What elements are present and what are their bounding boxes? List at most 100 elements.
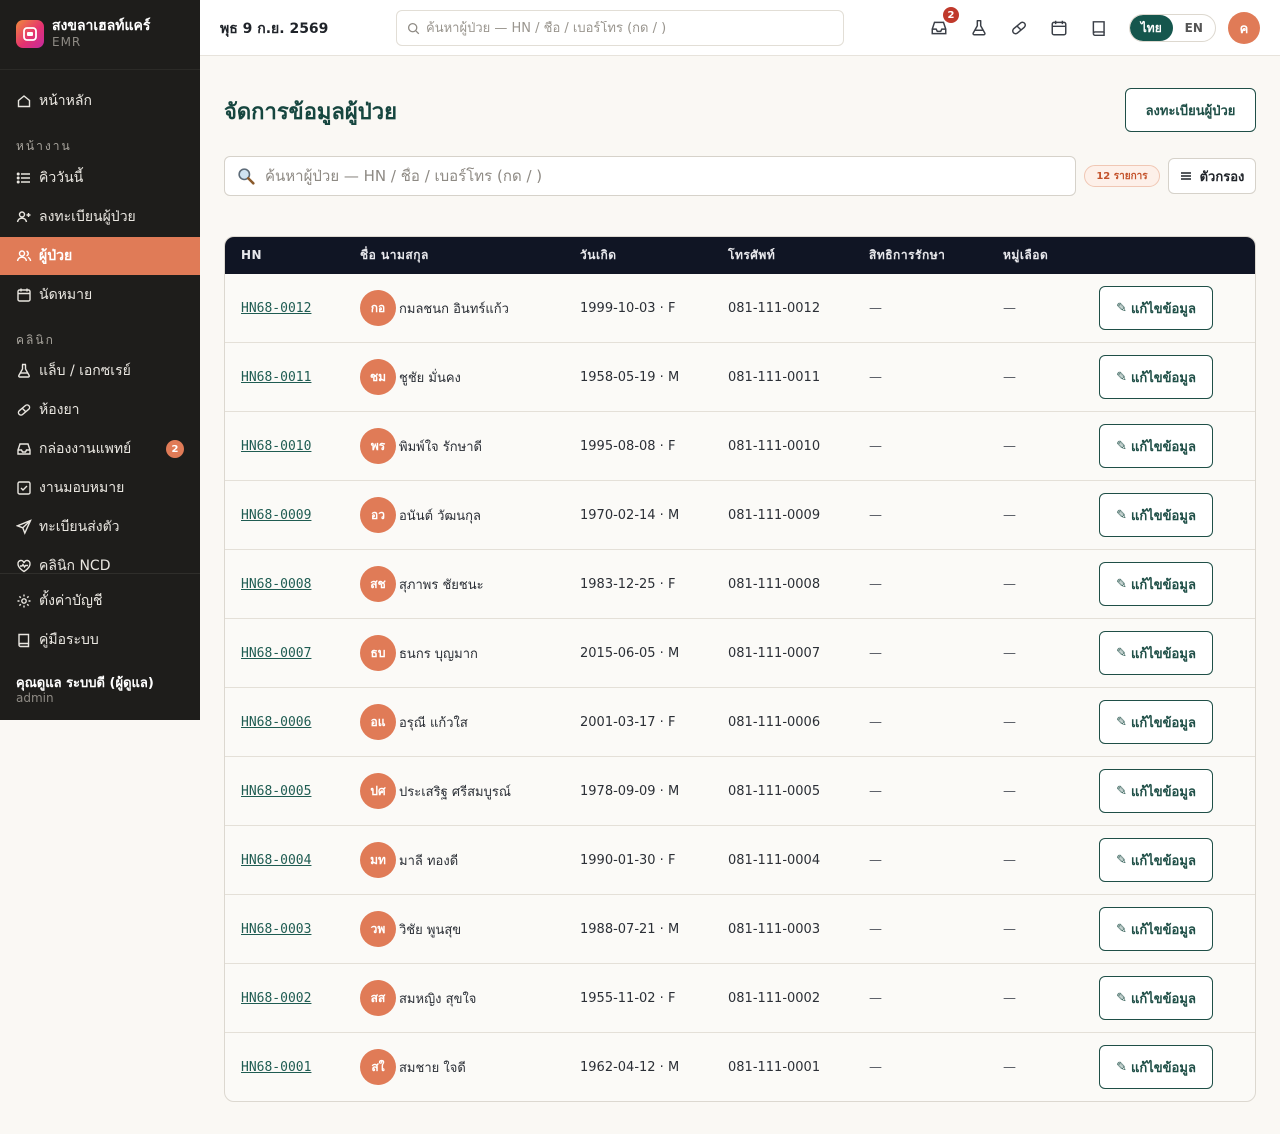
edit-patient-button[interactable]: ✎ แก้ไขข้อมูล — [1099, 700, 1213, 744]
sidebar-item-settings[interactable]: ตั้งค่าบัญชี — [0, 582, 200, 620]
sidebar-item-label: ตั้งค่าบัญชี — [39, 593, 103, 609]
sidebar-item-register[interactable]: ลงทะเบียนผู้ป่วย — [0, 198, 200, 236]
book-icon[interactable] — [1087, 16, 1111, 40]
patient-search[interactable] — [224, 156, 1076, 196]
patient-dob: 1978-09-09 · M — [580, 783, 680, 799]
edit-label: แก้ไขข้อมูล — [1131, 439, 1196, 455]
patient-hn-link[interactable]: HN68-0004 — [241, 853, 311, 868]
patient-phone: 081-111-0010 — [728, 438, 821, 454]
sidebar-item-label: หน้าหลัก — [39, 93, 92, 109]
sidebar-item-queue[interactable]: คิววันนี้ — [0, 159, 200, 197]
patient-avatar: กอ — [360, 290, 396, 326]
table-row: HN68-0010 พร พิมพ์ใจ รักษาดี 1995-08-08 · F… — [225, 412, 1255, 481]
search-icon — [237, 167, 255, 185]
sidebar-item-manual[interactable]: คู่มือระบบ — [0, 621, 200, 659]
edit-label: แก้ไขข้อมูล — [1131, 577, 1196, 593]
edit-patient-button[interactable]: ✎ แก้ไขข้อมูล — [1099, 286, 1213, 330]
patient-hn-link[interactable]: HN68-0010 — [241, 439, 311, 454]
edit-patient-button[interactable]: ✎ แก้ไขข้อมูล — [1099, 907, 1213, 951]
column-header-blood-type[interactable]: หมู่เลือด — [1003, 237, 1048, 274]
table-row: HN68-0008 สช สุภาพร ชัยชนะ 1983-12-25 · F 08… — [225, 550, 1255, 619]
patient-coverage: — — [869, 438, 882, 454]
patient-search-input[interactable] — [265, 167, 1045, 185]
send-icon — [16, 519, 32, 535]
patient-hn-link[interactable]: HN68-0002 — [241, 991, 311, 1006]
edit-patient-button[interactable]: ✎ แก้ไขข้อมูล — [1099, 976, 1213, 1020]
patient-hn-link[interactable]: HN68-0008 — [241, 577, 311, 592]
patient-phone: 081-111-0008 — [728, 576, 821, 592]
edit-patient-button[interactable]: ✎ แก้ไขข้อมูล — [1099, 424, 1213, 468]
sidebar-item-label: นัดหมาย — [39, 287, 93, 303]
patient-dob: 1955-11-02 · F — [580, 990, 676, 1006]
pencil-icon: ✎ — [1116, 783, 1127, 799]
sidebar-item-pharmacy[interactable]: ห้องยา — [0, 391, 200, 429]
patient-blood-type: — — [1003, 990, 1016, 1006]
edit-patient-button[interactable]: ✎ แก้ไขข้อมูล — [1099, 769, 1213, 813]
book-icon — [16, 632, 32, 648]
column-header-name[interactable]: ชื่อ นามสกุล — [360, 237, 429, 274]
lang-th-button[interactable]: ไทย — [1130, 15, 1173, 41]
patient-name: ธนกร บุญมาก — [399, 646, 478, 662]
patient-hn-link[interactable]: HN68-0006 — [241, 715, 311, 730]
table-row: HN68-0011 ชม ชูชัย มั่นคง 1958-05-19 · M 081… — [225, 343, 1255, 412]
sidebar-item-patients[interactable]: ผู้ป่วย — [0, 237, 200, 275]
patient-hn-link[interactable]: HN68-0012 — [241, 301, 311, 316]
brand[interactable]: สงขลาเฮลท์แคร์ EMR — [16, 18, 150, 50]
heart-icon — [16, 558, 32, 574]
patient-coverage: — — [869, 300, 882, 316]
column-header-hn[interactable]: HN — [241, 237, 262, 274]
column-header-coverage[interactable]: สิทธิการรักษา — [869, 237, 945, 274]
sidebar-item-referrals[interactable]: ทะเบียนส่งตัว — [0, 508, 200, 546]
register-patient-button[interactable]: ลงทะเบียนผู้ป่วย — [1125, 88, 1256, 132]
edit-patient-button[interactable]: ✎ แก้ไขข้อมูล — [1099, 355, 1213, 399]
patient-coverage: — — [869, 369, 882, 385]
patient-avatar: มท — [360, 842, 396, 878]
patient-hn-link[interactable]: HN68-0003 — [241, 922, 311, 937]
pill-icon[interactable] — [1007, 16, 1031, 40]
flask-icon[interactable] — [967, 16, 991, 40]
patient-hn-link[interactable]: HN68-0001 — [241, 1060, 311, 1075]
sidebar-item-home[interactable]: หน้าหลัก — [0, 82, 200, 120]
pencil-icon: ✎ — [1116, 438, 1127, 454]
patient-hn-link[interactable]: HN68-0007 — [241, 646, 311, 661]
patient-hn-link[interactable]: HN68-0005 — [241, 784, 311, 799]
patient-name: พิมพ์ใจ รักษาดี — [399, 439, 482, 455]
patient-hn-link[interactable]: HN68-0011 — [241, 370, 311, 385]
filter-button[interactable]: ตัวกรอง — [1168, 158, 1256, 194]
pill-icon — [16, 402, 32, 418]
sidebar-item-tasks[interactable]: งานมอบหมาย — [0, 469, 200, 507]
table-row: HN68-0003 วพ วิชัย พูนสุข 1988-07-21 · M 081… — [225, 895, 1255, 964]
edit-patient-button[interactable]: ✎ แก้ไขข้อมูล — [1099, 838, 1213, 882]
sidebar-item-appointments[interactable]: นัดหมาย — [0, 276, 200, 314]
column-header-dob[interactable]: วันเกิด — [580, 237, 617, 274]
user-avatar[interactable]: ค — [1228, 12, 1260, 44]
sidebar-item-lab[interactable]: แล็บ / เอกซเรย์ — [0, 352, 200, 390]
patient-phone: 081-111-0009 — [728, 507, 821, 523]
sidebar-item-label: ลงทะเบียนผู้ป่วย — [39, 209, 136, 225]
table-row: HN68-0005 ปศ ประเสริฐ ศรีสมบูรณ์ 1978-09-09… — [225, 757, 1255, 826]
patient-name: ชูชัย มั่นคง — [399, 370, 461, 386]
patient-avatar: สส — [360, 980, 396, 1016]
edit-patient-button[interactable]: ✎ แก้ไขข้อมูล — [1099, 1045, 1213, 1089]
edit-patient-button[interactable]: ✎ แก้ไขข้อมูล — [1099, 562, 1213, 606]
global-search-input[interactable] — [426, 20, 826, 36]
gear-icon — [16, 593, 32, 609]
table-row: HN68-0007 ธบ ธนกร บุญมาก 2015-06-05 · M 081-… — [225, 619, 1255, 688]
page-title: จัดการข้อมูลผู้ป่วย — [224, 100, 398, 125]
edit-patient-button[interactable]: ✎ แก้ไขข้อมูล — [1099, 493, 1213, 537]
patient-hn-link[interactable]: HN68-0009 — [241, 508, 311, 523]
patient-coverage: — — [869, 507, 882, 523]
calendar-icon[interactable] — [1047, 16, 1071, 40]
home-icon — [16, 93, 32, 109]
patient-blood-type: — — [1003, 714, 1016, 730]
sidebar-item-doctor-inbox[interactable]: กล่องงานแพทย์ 2 — [0, 430, 200, 468]
patient-coverage: — — [869, 783, 882, 799]
column-header-phone[interactable]: โทรศัพท์ — [728, 237, 775, 274]
sidebar-item-label: ทะเบียนส่งตัว — [39, 519, 120, 535]
edit-label: แก้ไขข้อมูล — [1131, 715, 1196, 731]
inbox-notification-badge: 2 — [943, 7, 959, 23]
global-search[interactable] — [396, 10, 844, 46]
patient-dob: 1999-10-03 · F — [580, 300, 676, 316]
edit-patient-button[interactable]: ✎ แก้ไขข้อมูล — [1099, 631, 1213, 675]
lang-en-button[interactable]: EN — [1173, 15, 1216, 41]
